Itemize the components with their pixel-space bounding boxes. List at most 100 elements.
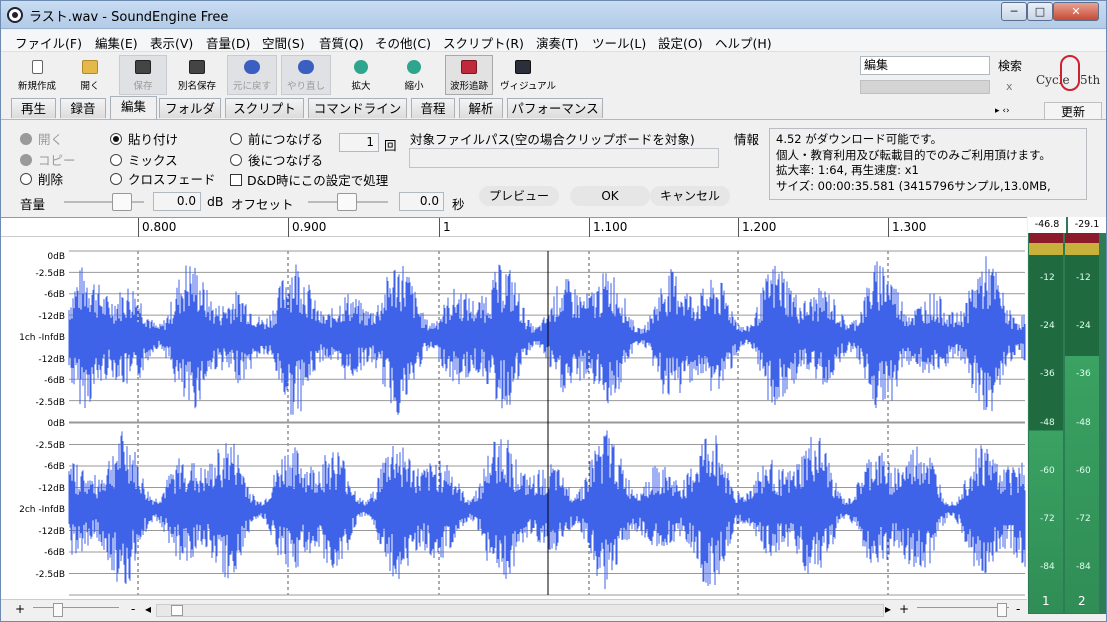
time-ruler[interactable]: 0.800 0.900 1 1.100 1.200 1.300	[1, 217, 1027, 238]
offset-field[interactable]: 0.0	[399, 192, 444, 211]
info-line: 拡大率: 1:64, 再生速度: x1	[776, 163, 919, 177]
tab-script[interactable]: スクリプト	[225, 98, 304, 118]
menu-quality[interactable]: 音質(Q)	[319, 33, 364, 52]
menu-script[interactable]: スクリプト(R)	[443, 33, 524, 52]
repeat-count-field[interactable]: 1	[339, 133, 379, 152]
undo-button[interactable]: 元に戻す	[227, 55, 277, 95]
radio-open[interactable]: 開く	[20, 129, 63, 148]
meter-scale-label: -24	[1076, 321, 1091, 331]
tab-record[interactable]: 録音	[60, 98, 106, 118]
save-label: 保存	[133, 81, 153, 92]
minimize-button[interactable]: ─	[1001, 2, 1027, 21]
radio-paste[interactable]: 貼り付け	[110, 129, 178, 148]
scroll-right-arrow[interactable]: ▸	[885, 602, 891, 616]
vertical-zoom-thumb[interactable]	[997, 603, 1007, 617]
ok-button[interactable]: OK	[570, 186, 650, 206]
waveform-follow-label: 波形追跡	[449, 81, 488, 92]
zoom-in-button[interactable]: 拡大	[337, 55, 385, 95]
radio-delete[interactable]: 削除	[20, 169, 63, 188]
dd-process-checkbox[interactable]: D&D時にこの設定で処理	[230, 170, 388, 189]
ruler-label: 1	[443, 220, 451, 234]
waveform-canvas[interactable]	[1, 237, 1027, 599]
new-label: 新規作成	[17, 81, 56, 92]
radio-append[interactable]: 後につなげる	[230, 150, 323, 169]
tab-play[interactable]: 再生	[11, 98, 56, 118]
menu-file[interactable]: ファイル(F)	[15, 33, 82, 52]
offset-slider-thumb[interactable]	[337, 193, 357, 211]
radio-crossfade-label: クロスフェード	[128, 172, 216, 187]
menu-edit[interactable]: 編集(E)	[95, 33, 138, 52]
search-input[interactable]: 編集	[860, 56, 990, 75]
tab-performance[interactable]: パフォーマンス	[507, 98, 603, 118]
visual-icon	[515, 60, 531, 74]
menu-volume[interactable]: 音量(D)	[206, 33, 250, 52]
open-button[interactable]: 開く	[67, 55, 113, 95]
search-button[interactable]: 検索	[998, 57, 1022, 74]
visual-button[interactable]: ヴィジュアル	[499, 55, 556, 95]
undo-label: 元に戻す	[232, 81, 271, 92]
vzoom-in-button[interactable]: +	[899, 602, 909, 616]
zoom-out-label: 縮小	[404, 81, 424, 92]
redo-button[interactable]: やり直し	[281, 55, 331, 95]
radio-open-label: 開く	[38, 132, 64, 147]
new-button[interactable]: 新規作成	[13, 55, 61, 95]
scroll-left-arrow[interactable]: ◂	[145, 602, 151, 616]
meter-scale-label: -72	[1076, 514, 1091, 524]
tab-bar: 再生 録音 編集 フォルダ スクリプト コマンドライン 音程 解析 パフォーマン…	[1, 96, 1106, 119]
menu-play[interactable]: 演奏(T)	[536, 33, 578, 52]
app-icon[interactable]	[7, 7, 23, 23]
horizontal-scrollbar[interactable]	[156, 604, 884, 617]
waveform-follow-icon	[461, 60, 477, 74]
tab-folder[interactable]: フォルダ	[159, 98, 221, 118]
zoom-out-button[interactable]: 縮小	[391, 55, 437, 95]
meter-scale-label: -84	[1040, 562, 1055, 572]
volume-slider[interactable]	[64, 192, 144, 212]
radio-prepend[interactable]: 前につなげる	[230, 129, 323, 148]
db-label: -12dB	[38, 355, 65, 365]
clear-search-button[interactable]: x	[1006, 80, 1013, 93]
menu-space[interactable]: 空間(S)	[262, 33, 305, 52]
tab-analysis[interactable]: 解析	[459, 98, 503, 118]
waveform-follow-button[interactable]: 波形追跡	[445, 55, 493, 95]
ruler-label: 0.800	[142, 220, 177, 234]
vertical-zoom-slider[interactable]	[917, 603, 1009, 617]
horizontal-zoom-slider[interactable]	[33, 603, 119, 617]
menu-view[interactable]: 表示(V)	[150, 33, 193, 52]
save-button[interactable]: 保存	[119, 55, 167, 95]
maximize-button[interactable]: □	[1027, 2, 1053, 21]
volume-unit: dB	[207, 194, 224, 209]
menu-tools[interactable]: ツール(L)	[592, 33, 646, 52]
waveform-view[interactable]: 0dB -2.5dB -6dB -12dB 1ch -InfdB -12dB -…	[1, 237, 1027, 599]
zoom-in-label: 拡大	[351, 81, 371, 92]
logo-ring	[1060, 55, 1080, 91]
radio-mix[interactable]: ミックス	[110, 150, 178, 169]
close-button[interactable]: ✕	[1053, 2, 1099, 21]
left-meter-value: -46.8	[1028, 217, 1066, 233]
volume-slider-thumb[interactable]	[112, 193, 132, 211]
radio-copy[interactable]: コピー	[20, 150, 76, 169]
tab-edit[interactable]: 編集	[110, 96, 157, 119]
cancel-button[interactable]: キャンセル	[650, 186, 730, 206]
tab-scroll-arrows[interactable]: ▸ ‹›	[995, 106, 1010, 116]
undo-icon	[244, 60, 260, 74]
target-path-input[interactable]	[409, 148, 719, 168]
radio-crossfade[interactable]: クロスフェード	[110, 169, 216, 188]
ruler-label: 0.900	[292, 220, 327, 234]
save-as-button[interactable]: 別名保存	[173, 55, 221, 95]
offset-slider[interactable]	[308, 192, 388, 212]
vzoom-out-button[interactable]: -	[1016, 602, 1020, 616]
offset-unit: 秒	[452, 197, 465, 212]
visual-label: ヴィジュアル	[500, 81, 557, 92]
menu-other[interactable]: その他(C)	[375, 33, 431, 52]
scrollbar-thumb[interactable]	[171, 605, 183, 616]
menu-settings[interactable]: 設定(O)	[658, 33, 703, 52]
horizontal-zoom-thumb[interactable]	[53, 603, 63, 617]
tab-command-line[interactable]: コマンドライン	[308, 98, 407, 118]
zoom-in-small-button[interactable]: +	[15, 602, 25, 616]
volume-field[interactable]: 0.0	[153, 192, 201, 211]
tab-pitch[interactable]: 音程	[411, 98, 455, 118]
preview-button[interactable]: プレビュー	[479, 186, 559, 206]
menu-help[interactable]: ヘルプ(H)	[715, 33, 772, 52]
bottom-bar: + - ◂ ▸ + -	[1, 599, 1027, 621]
zoom-out-small-button[interactable]: -	[131, 602, 135, 616]
